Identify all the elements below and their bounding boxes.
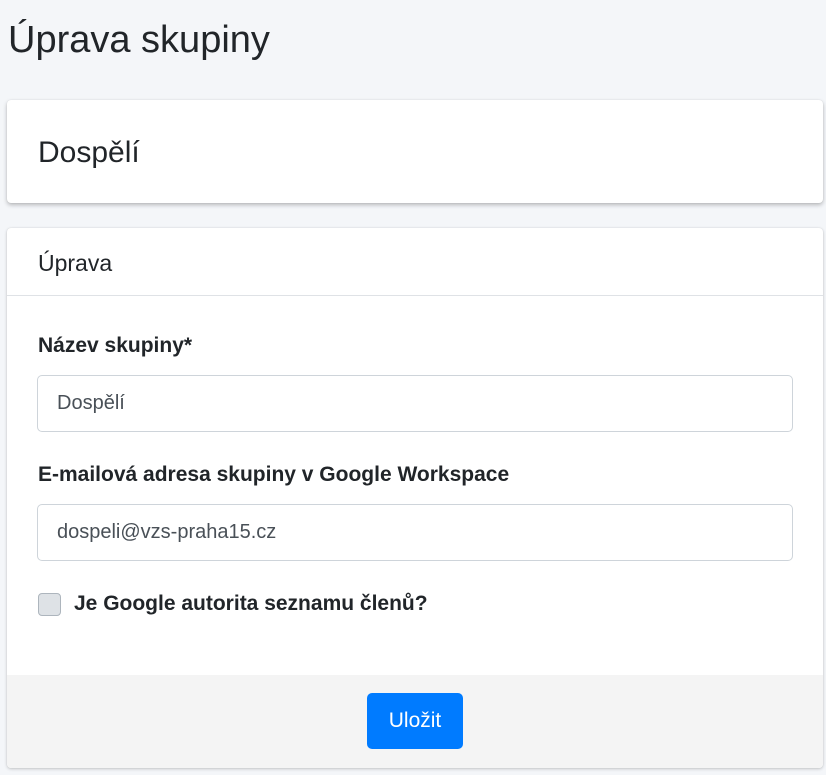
group-email-label: E-mailová adresa skupiny v Google Worksp…: [38, 463, 510, 486]
group-name: Dospělí: [38, 136, 140, 169]
edit-card: Úprava Název skupiny* E-mailová adresa s…: [7, 228, 823, 768]
google-authority-checkbox[interactable]: [38, 592, 61, 616]
google-authority-row[interactable]: Je Google autorita seznamu členů?: [38, 590, 428, 618]
group-email-input[interactable]: [37, 504, 793, 561]
group-name-label: Název skupiny*: [38, 334, 193, 357]
edit-card-title: Úprava: [38, 250, 113, 276]
edit-card-footer: Uložit: [7, 675, 823, 768]
google-authority-label: Je Google autorita seznamu členů?: [74, 592, 428, 615]
save-button[interactable]: Uložit: [367, 693, 463, 749]
group-name-card: Dospělí: [7, 100, 823, 203]
page-title: Úprava skupiny: [8, 19, 270, 61]
edit-card-header: Úprava: [7, 228, 823, 296]
group-name-input[interactable]: [37, 375, 793, 432]
